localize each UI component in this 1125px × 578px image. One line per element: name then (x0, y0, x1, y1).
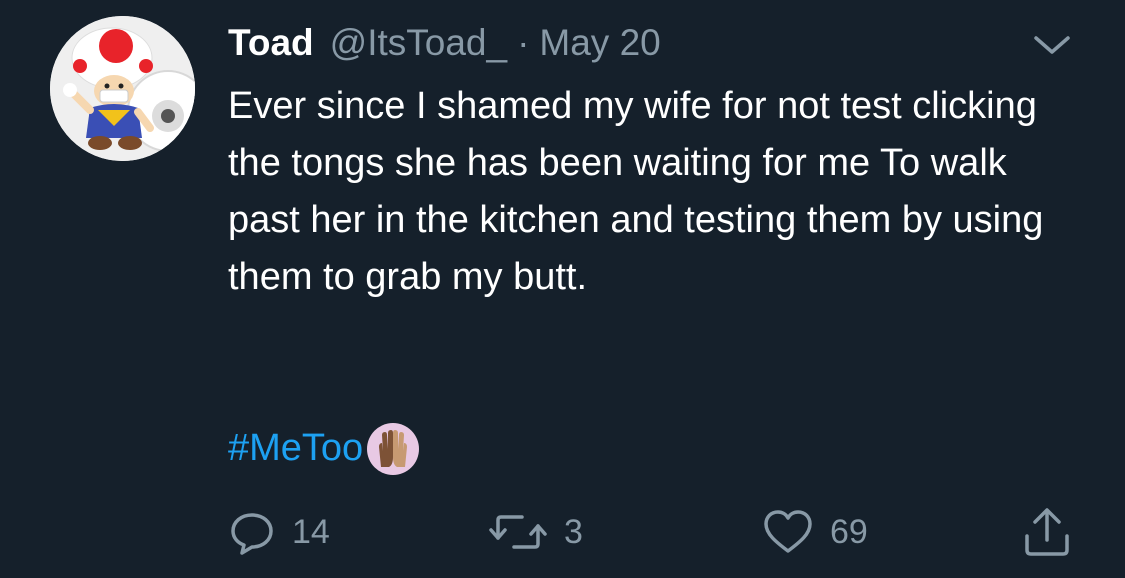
tweet-date[interactable]: May 20 (539, 14, 660, 72)
tweet[interactable]: Toad @ItsToad_ · May 20 Ever since I sha… (0, 0, 1125, 578)
action-bar: 14 3 69 (0, 504, 1125, 560)
retweet-icon (489, 515, 547, 549)
share-icon (1025, 508, 1069, 556)
tweet-text: Ever since I shamed my wife for not test… (228, 85, 1044, 298)
reply-icon (231, 513, 273, 555)
retweet-count: 3 (564, 512, 583, 551)
toad-avatar-image (50, 16, 195, 161)
retweet-button[interactable]: 3 (488, 504, 583, 560)
author-handle[interactable]: @ItsToad_ (330, 14, 507, 72)
like-button[interactable]: 69 (762, 504, 868, 560)
share-button[interactable] (1022, 504, 1072, 560)
hashtag-link[interactable]: #MeToo (228, 420, 363, 477)
heart-icon (764, 510, 812, 553)
chevron-down-icon[interactable] (1030, 30, 1074, 60)
raised-hands-emoji (367, 422, 420, 475)
reply-button[interactable]: 14 (228, 504, 330, 560)
avatar[interactable] (50, 16, 195, 161)
author-name[interactable]: Toad (228, 14, 314, 72)
hashtag-line: #MeToo (228, 420, 420, 477)
header-separator: · (517, 22, 530, 63)
tweet-header: Toad @ItsToad_ · May 20 (228, 14, 1078, 72)
reply-count: 14 (292, 512, 330, 551)
like-count: 69 (830, 512, 868, 551)
